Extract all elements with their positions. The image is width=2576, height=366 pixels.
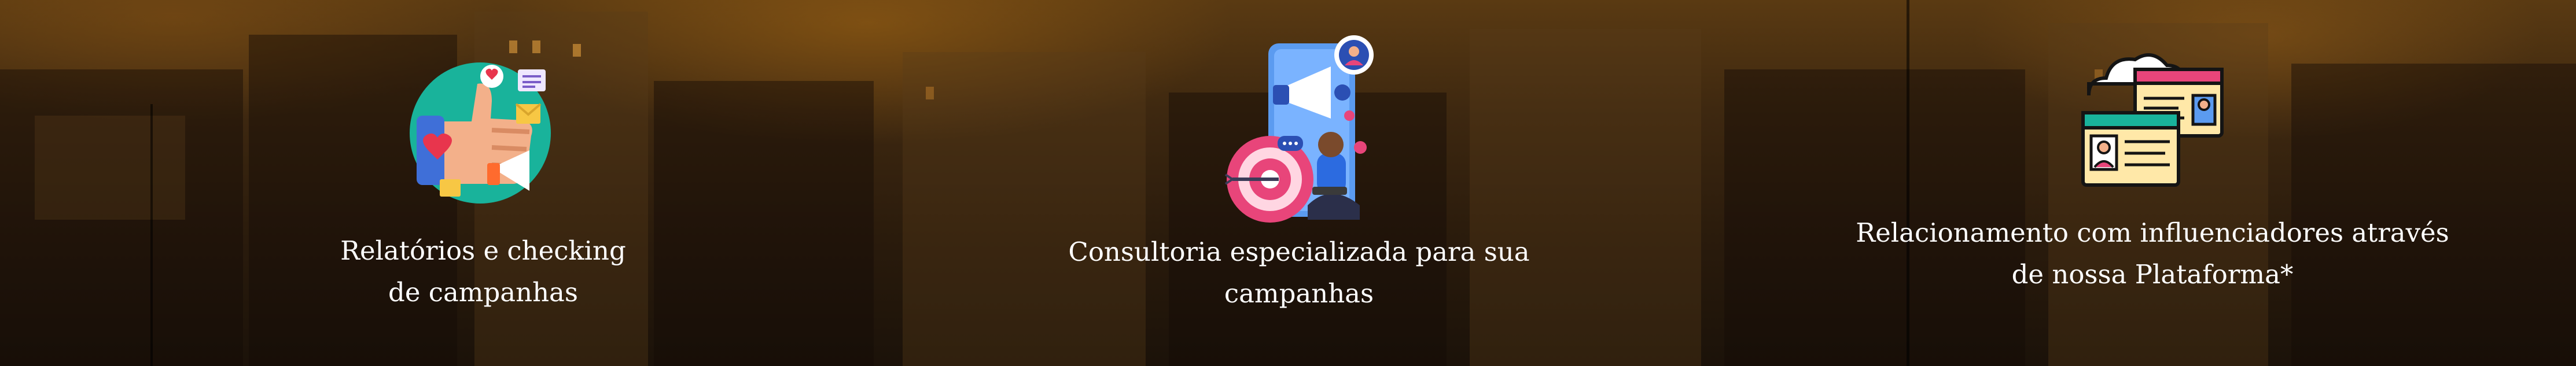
megaphone-target-consultant-icon: [1215, 32, 1400, 228]
feature-influencers-caption: Relacionamento com influenciadores atrav…: [1823, 212, 2482, 295]
thumbs-up-marketing-icon: [405, 52, 561, 208]
caption-line-2: de nossa Plataforma*: [2011, 259, 2294, 290]
caption-line-2: de campanhas: [388, 277, 578, 308]
caption-line-1: Relatórios e checking: [340, 235, 626, 266]
caption-line-1: Relacionamento com influenciadores atrav…: [1856, 217, 2449, 248]
feature-reports-caption: Relatórios e checking de campanhas: [336, 230, 631, 313]
cloud-profile-windows-icon: [2077, 43, 2228, 194]
caption-line-1: Consultoria especializada para sua: [1068, 236, 1530, 267]
caption-line-2: campanhas: [1224, 278, 1374, 309]
feature-consulting-caption: Consultoria especializada para sua campa…: [1059, 231, 1539, 315]
